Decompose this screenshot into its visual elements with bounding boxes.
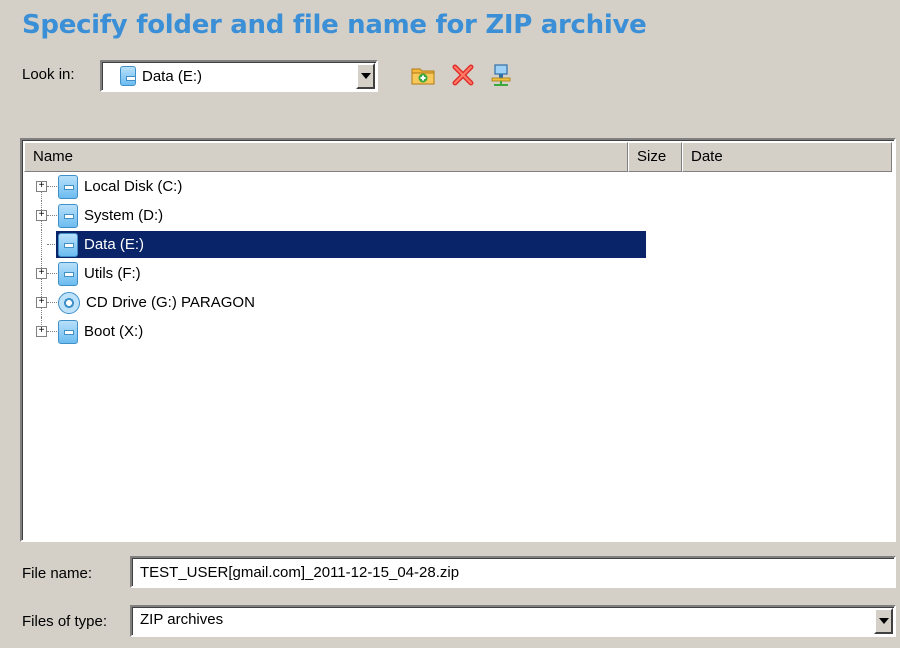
tree-node-label: System (D:)	[84, 207, 164, 224]
tree-line	[41, 230, 42, 259]
tree-row[interactable]: + Local Disk (C:)	[24, 172, 892, 201]
column-header-date[interactable]: Date	[682, 142, 892, 172]
tree-row[interactable]: + Boot (X:)	[24, 317, 892, 346]
tree-node-label: Boot (X:)	[84, 323, 144, 340]
column-header-size[interactable]: Size	[628, 142, 682, 172]
look-in-dropdown-button[interactable]	[356, 63, 375, 89]
new-folder-icon[interactable]	[410, 62, 436, 88]
drive-tree: + Local Disk (C:) + System (D:) Data (E:) + Ut…	[24, 172, 892, 346]
tree-node[interactable]: Boot (X:)	[56, 318, 147, 345]
drive-icon	[58, 232, 78, 257]
look-in-combo[interactable]: Data (E:)	[100, 60, 378, 92]
tree-row[interactable]: Data (E:)	[24, 230, 892, 259]
look-in-value: Data (E:)	[142, 67, 203, 85]
tree-node[interactable]: Data (E:)	[56, 231, 646, 258]
dialog-title: Specify folder and file name for ZIP arc…	[22, 10, 647, 40]
expand-icon[interactable]: +	[36, 268, 47, 279]
file-list[interactable]: Name Size Date + Local Disk (C:) + System (…	[20, 138, 896, 542]
tree-node-label: Local Disk (C:)	[84, 178, 183, 195]
tree-node-label: CD Drive (G:) PARAGON	[86, 294, 255, 311]
file-type-dropdown-button[interactable]	[874, 608, 893, 634]
chevron-down-icon	[360, 73, 371, 79]
file-name-input[interactable]	[130, 556, 896, 588]
column-header-name[interactable]: Name	[24, 142, 628, 172]
tree-node-label: Data (E:)	[84, 236, 145, 253]
drive-icon	[58, 174, 78, 199]
drive-icon	[58, 261, 78, 286]
expand-icon[interactable]: +	[36, 181, 47, 192]
tree-node[interactable]: CD Drive (G:) PARAGON	[56, 289, 259, 316]
drive-icon	[120, 66, 136, 86]
network-icon[interactable]	[488, 62, 514, 88]
chevron-down-icon	[878, 618, 889, 624]
file-type-label: Files of type:	[22, 613, 108, 630]
list-header: Name Size Date	[24, 142, 892, 172]
file-type-value: ZIP archives	[140, 611, 224, 628]
cd-icon	[58, 291, 80, 314]
tree-node[interactable]: Local Disk (C:)	[56, 173, 186, 200]
drive-icon	[58, 203, 78, 228]
tree-node[interactable]: Utils (F:)	[56, 260, 145, 287]
expand-icon[interactable]: +	[36, 297, 47, 308]
drive-icon	[58, 319, 78, 344]
look-in-label: Look in:	[22, 66, 75, 83]
file-name-label: File name:	[22, 565, 93, 582]
delete-icon[interactable]	[450, 62, 476, 88]
tree-row[interactable]: + Utils (F:)	[24, 259, 892, 288]
tree-row[interactable]: + System (D:)	[24, 201, 892, 230]
tree-node-label: Utils (F:)	[84, 265, 141, 282]
expand-icon[interactable]: +	[36, 326, 47, 337]
tree-row[interactable]: + CD Drive (G:) PARAGON	[24, 288, 892, 317]
tree-node[interactable]: System (D:)	[56, 202, 167, 229]
expand-icon[interactable]: +	[36, 210, 47, 221]
file-type-combo[interactable]: ZIP archives	[130, 605, 896, 637]
